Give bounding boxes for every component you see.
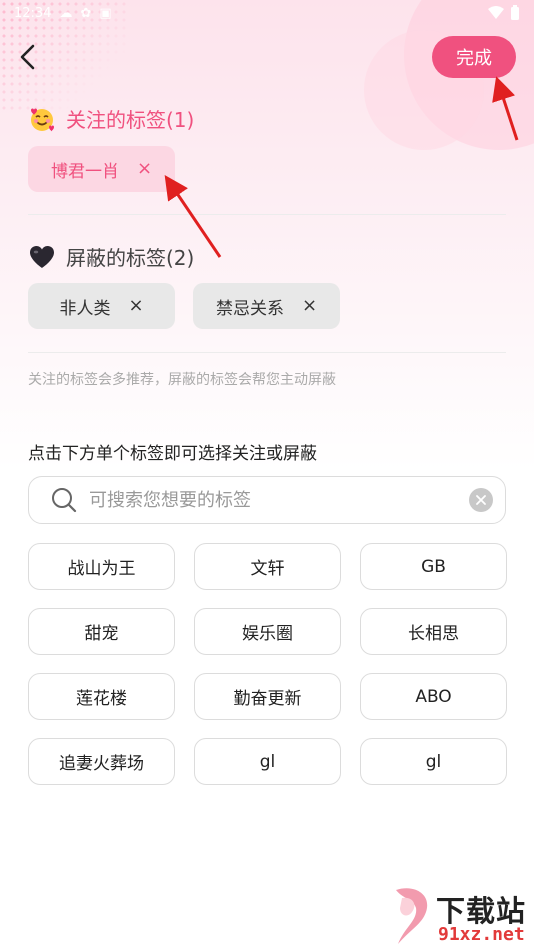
smiling-face-with-hearts-icon: [28, 105, 56, 133]
tag-option[interactable]: 长相思: [360, 608, 507, 655]
battery-icon: [511, 5, 519, 20]
search-box[interactable]: [28, 476, 506, 524]
watermark-domain: 91xz.net: [438, 924, 525, 945]
site-watermark-logo: 下载站 91xz.net: [388, 886, 534, 950]
tag-option[interactable]: gl: [194, 738, 341, 785]
black-heart-icon: [28, 243, 56, 271]
divider: [28, 214, 506, 215]
blocked-tags-title-text: 屏蔽的标签(2): [66, 246, 195, 270]
cloud-icon: ☁: [59, 5, 73, 21]
tag-grid: 战山为王 文轩 GB 甜宠 娱乐圈 长相思 莲花楼 勤奋更新 ABO 追妻火葬场…: [28, 543, 507, 785]
search-icon: [52, 488, 77, 513]
wifi-icon: [488, 6, 504, 19]
instruction-text: 点击下方单个标签即可选择关注或屏蔽: [28, 444, 317, 464]
done-button[interactable]: 完成: [432, 36, 516, 78]
status-time: 12:34: [14, 5, 52, 21]
settings-icon: ✿: [80, 5, 92, 21]
followed-tag-chip[interactable]: 博君一肖 ×: [28, 146, 175, 192]
blocked-tag-label: 禁忌关系: [215, 298, 284, 319]
divider: [28, 352, 506, 353]
tag-option[interactable]: 娱乐圈: [194, 608, 341, 655]
tag-option[interactable]: 甜宠: [28, 608, 175, 655]
clear-icon[interactable]: [469, 488, 493, 512]
back-button[interactable]: [12, 40, 42, 74]
blocked-tag-chip[interactable]: 禁忌关系 ×: [193, 283, 340, 329]
search-input[interactable]: [89, 489, 469, 511]
followed-tag-label: 博君一肖: [50, 161, 119, 182]
remove-tag-icon[interactable]: ×: [128, 297, 143, 315]
remove-tag-icon[interactable]: ×: [302, 297, 317, 315]
watermark-emblem-icon: [396, 888, 428, 944]
blocked-tags-title: 屏蔽的标签(2): [28, 242, 194, 271]
tag-option[interactable]: 战山为王: [28, 543, 175, 590]
tag-option[interactable]: 追妻火葬场: [28, 738, 175, 785]
tag-option[interactable]: gl: [360, 738, 507, 785]
tag-option[interactable]: GB: [360, 543, 507, 590]
back-arrow-icon: [20, 44, 35, 70]
followed-tags-title: 关注的标签(1): [28, 104, 194, 133]
tag-option[interactable]: ABO: [360, 673, 507, 720]
hint-text: 关注的标签会多推荐，屏蔽的标签会帮您主动屏蔽: [28, 372, 336, 388]
status-bar: 12:34 ☁ ✿ ▣: [0, 0, 534, 26]
tag-option[interactable]: 文轩: [194, 543, 341, 590]
blocked-tag-label: 非人类: [59, 298, 111, 319]
blocked-tag-chip[interactable]: 非人类 ×: [28, 283, 175, 329]
tag-option[interactable]: 莲花楼: [28, 673, 175, 720]
followed-tags-title-text: 关注的标签(1): [66, 108, 195, 132]
tag-option[interactable]: 勤奋更新: [194, 673, 341, 720]
remove-tag-icon[interactable]: ×: [137, 160, 152, 178]
notification-icon: ▣: [99, 5, 112, 21]
